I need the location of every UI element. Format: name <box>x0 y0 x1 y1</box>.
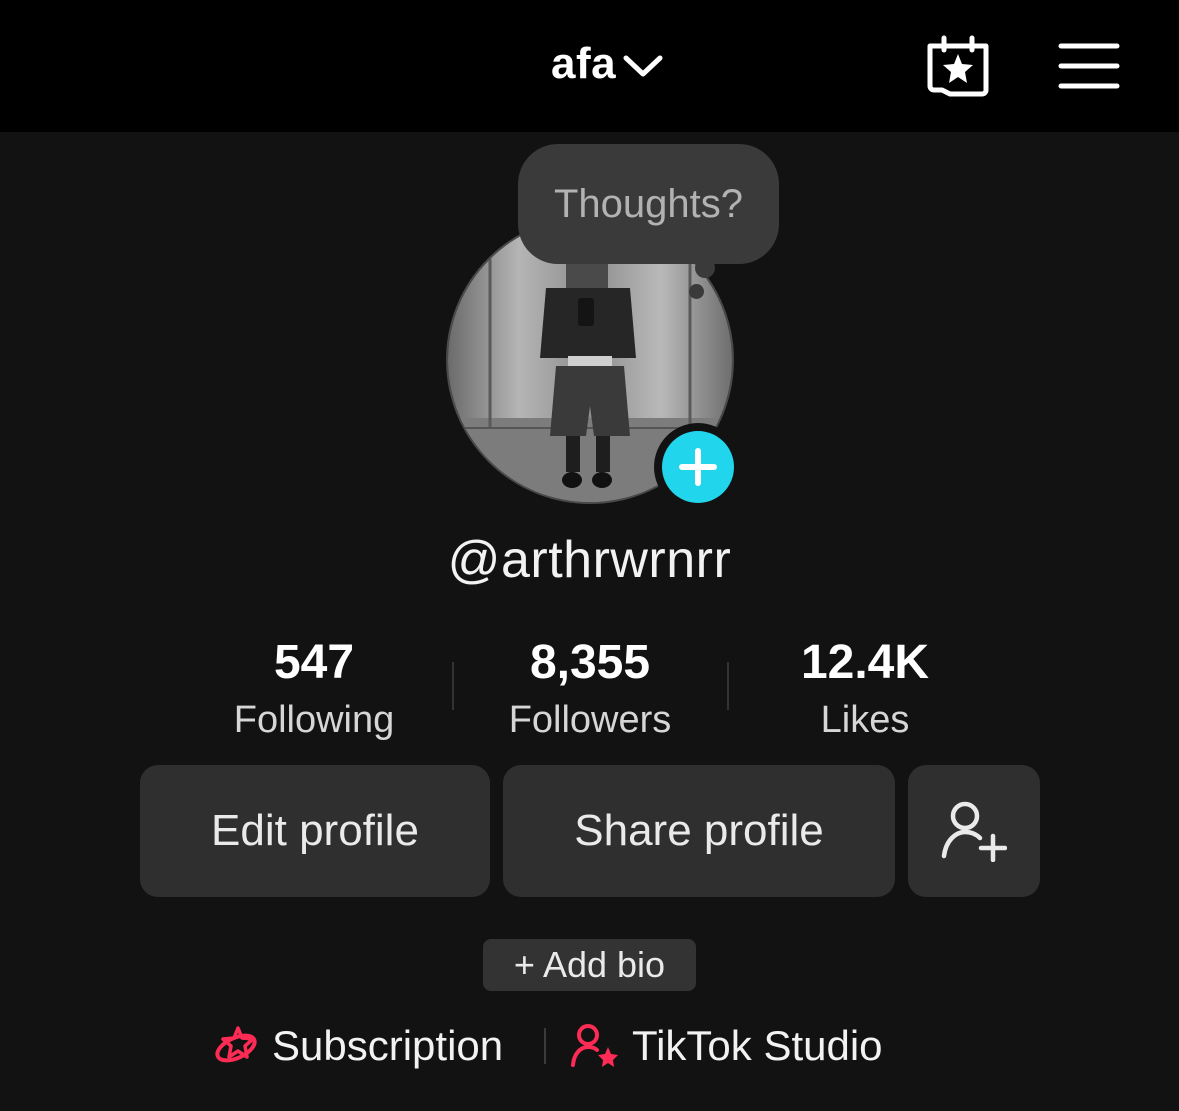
thought-bubble-text: Thoughts? <box>553 181 744 226</box>
chevron-down-icon <box>623 55 663 77</box>
add-story-circle <box>662 431 734 503</box>
add-bio-button[interactable]: + Add bio <box>483 939 696 991</box>
add-friends-button[interactable] <box>908 765 1040 897</box>
followers-label: Followers <box>508 699 672 741</box>
top-bar: afa <box>0 0 1179 132</box>
share-profile-label: Share profile <box>574 806 824 855</box>
subscription-label: Subscription <box>272 1022 504 1069</box>
thought-bubble-tail <box>695 258 715 278</box>
add-user-icon <box>941 801 1007 862</box>
plus-icon <box>679 448 717 486</box>
edit-profile-button[interactable]: Edit profile <box>140 765 490 897</box>
calendar-star-icon[interactable] <box>922 30 994 102</box>
username: @arthrwrnrr <box>447 531 732 589</box>
add-bio-label: + Add bio <box>513 944 666 985</box>
following-count: 547 <box>273 636 355 689</box>
likes-label: Likes <box>820 699 910 741</box>
following-label: Following <box>233 699 395 741</box>
link-divider <box>544 1028 546 1064</box>
studio-user-star-icon <box>571 1024 618 1067</box>
thought-bubble-dot <box>689 284 704 299</box>
subscription-icon <box>215 1026 257 1063</box>
tiktok-studio-label: TikTok Studio <box>632 1022 883 1069</box>
edit-profile-label: Edit profile <box>211 806 419 855</box>
tiktok-studio-link[interactable]: TikTok Studio <box>570 1016 883 1076</box>
stat-following[interactable]: 547 Following <box>174 632 454 746</box>
stat-followers[interactable]: 8,355 Followers <box>450 632 730 746</box>
stat-likes[interactable]: 12.4K Likes <box>725 632 1005 746</box>
thought-bubble[interactable]: Thoughts? <box>518 144 779 264</box>
share-profile-button[interactable]: Share profile <box>503 765 895 897</box>
account-name: afa <box>551 39 617 88</box>
subscription-link[interactable]: Subscription <box>212 1016 503 1076</box>
hamburger-menu-icon[interactable] <box>1058 40 1120 92</box>
likes-count: 12.4K <box>800 636 930 689</box>
followers-count: 8,355 <box>529 636 651 689</box>
account-switcher[interactable]: afa <box>551 36 664 92</box>
add-story-button[interactable] <box>654 423 742 511</box>
